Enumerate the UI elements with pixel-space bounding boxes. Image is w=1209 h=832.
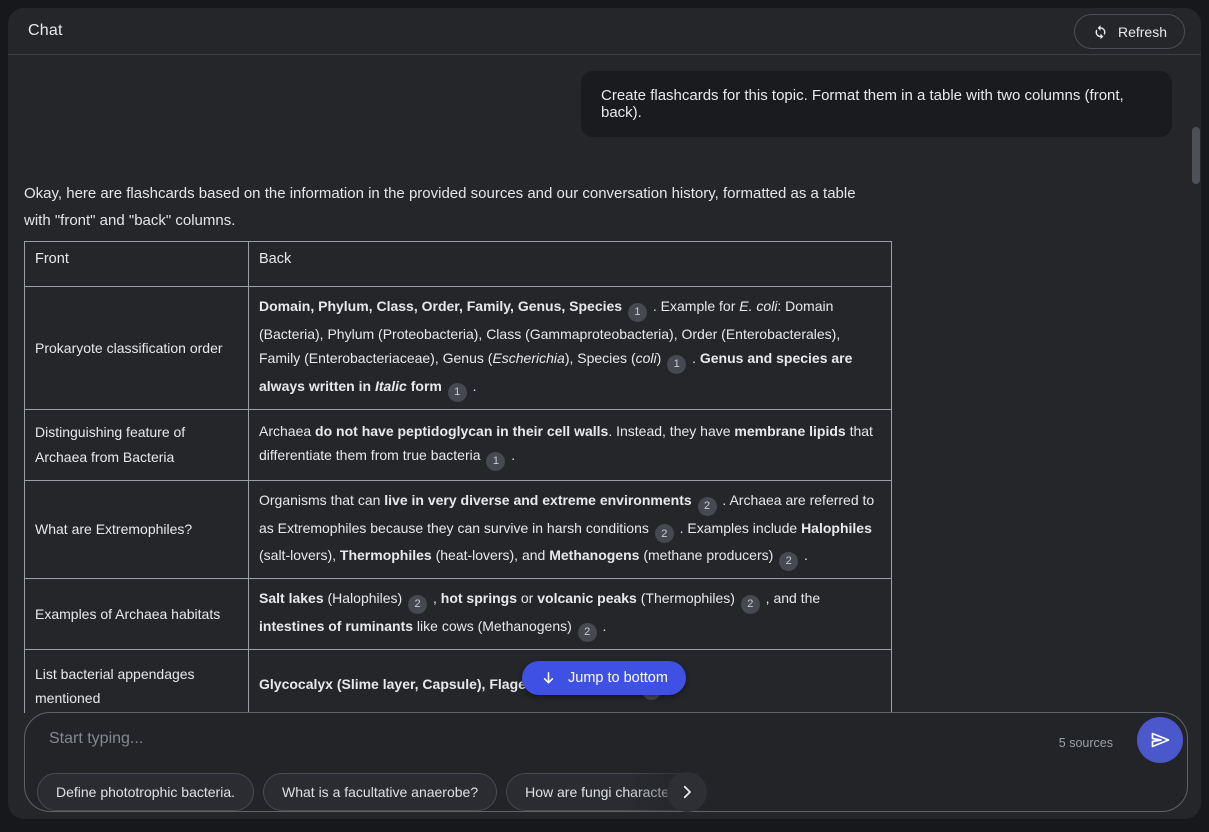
flashcard-back: Organisms that can live in very diverse …: [249, 480, 892, 578]
assistant-intro-text: Okay, here are flashcards based on the i…: [24, 180, 869, 234]
flashcard-text-segment: . Example for: [649, 298, 739, 314]
flashcard-front: Examples of Archaea habitats: [25, 579, 249, 650]
flashcard-text-segment: membrane lipids: [734, 423, 845, 439]
flashcard-text-segment: (methane producers): [639, 547, 777, 563]
flashcard-front: Prokaryote classification order: [25, 287, 249, 410]
suggestion-chip[interactable]: What is a facultative anaerobe?: [263, 773, 497, 811]
refresh-icon: [1092, 23, 1109, 40]
flashcard-back: Domain, Phylum, Class, Order, Family, Ge…: [249, 287, 892, 410]
flashcard-text-segment: , and the: [762, 590, 820, 606]
flashcard-front: What are Extremophiles?: [25, 480, 249, 578]
flashcard-text-segment: Organisms that can: [259, 492, 384, 508]
flashcard-text-segment: [622, 298, 626, 314]
chevron-right-icon: [678, 783, 696, 801]
flashcard-back: Archaea do not have peptidoglycan in the…: [249, 409, 892, 480]
flashcards-body: Prokaryote classification order Domain, P…: [25, 287, 892, 714]
citation-badge[interactable]: 1: [448, 383, 467, 402]
suggestion-chip[interactable]: Define phototrophic bacteria.: [37, 773, 254, 811]
chips-scroll-right-button[interactable]: [667, 772, 707, 812]
flashcard-text-segment: Halophiles: [801, 520, 872, 536]
flashcard-back: Salt lakes (Halophiles) 2 , hot springs …: [249, 579, 892, 650]
flashcard-text-segment: ), Species (: [565, 350, 636, 366]
flashcard-text-segment: Archaea: [259, 423, 315, 439]
citation-badge[interactable]: 1: [628, 303, 647, 322]
flashcard-text-segment: Thermophiles: [340, 547, 432, 563]
flashcard-text-segment: .: [688, 350, 700, 366]
send-icon: [1148, 728, 1172, 752]
flashcard-text-segment: hot springs: [441, 590, 517, 606]
flashcard-text-segment: intestines of ruminants: [259, 618, 413, 634]
refresh-label: Refresh: [1118, 24, 1167, 40]
flashcard-text-segment: .: [800, 547, 808, 563]
flashcard-text-segment: ): [657, 350, 666, 366]
citation-badge[interactable]: 2: [779, 552, 798, 571]
flashcard-front: Distinguishing feature of Archaea from B…: [25, 409, 249, 480]
citation-badge[interactable]: 2: [408, 595, 427, 614]
flashcard-text-segment: .: [469, 378, 477, 394]
refresh-button[interactable]: Refresh: [1074, 14, 1185, 49]
arrow-down-icon: [540, 670, 557, 687]
table-row: Examples of Archaea habitatsSalt lakes (…: [25, 579, 892, 650]
flashcard-text-segment: [692, 492, 696, 508]
composer: Start typing... 5 sources Define phototr…: [24, 712, 1188, 812]
page-title: Chat: [28, 22, 63, 40]
citation-badge[interactable]: 2: [698, 497, 717, 516]
flashcards-table: Front Back Prokaryote classification ord…: [24, 241, 892, 713]
table-header-row: Front Back: [25, 242, 892, 287]
flashcard-text-segment: (Thermophiles): [637, 590, 739, 606]
flashcard-text-segment: . Examples include: [676, 520, 801, 536]
sources-count-label: 5 sources: [1059, 736, 1113, 750]
flashcard-text-segment: (heat-lovers), and: [432, 547, 550, 563]
column-header-back: Back: [249, 242, 892, 287]
flashcard-text-segment: ,: [429, 590, 441, 606]
user-message-text: Create flashcards for this topic. Format…: [601, 87, 1152, 121]
chat-input[interactable]: Start typing...: [49, 730, 949, 748]
citation-badge[interactable]: 1: [667, 355, 686, 374]
citation-badge[interactable]: 1: [486, 452, 505, 471]
column-header-front: Front: [25, 242, 249, 287]
flashcards-table-wrap: Front Back Prokaryote classification ord…: [24, 241, 893, 713]
table-row: Distinguishing feature of Archaea from B…: [25, 409, 892, 480]
flashcard-text-segment: E. coli: [739, 298, 777, 314]
flashcard-text-segment: Italic: [375, 378, 407, 394]
citation-badge[interactable]: 2: [655, 524, 674, 543]
send-button[interactable]: [1137, 717, 1183, 763]
flashcard-text-segment: or: [517, 590, 537, 606]
jump-to-bottom-label: Jump to bottom: [568, 670, 668, 686]
flashcard-text-segment: Methanogens: [549, 547, 639, 563]
chat-header: Chat Refresh: [8, 8, 1201, 55]
table-row: List bacterial appendages mentionedGlyco…: [25, 650, 892, 714]
table-row: Prokaryote classification order Domain, P…: [25, 287, 892, 410]
flashcard-text-segment: . Instead, they have: [608, 423, 734, 439]
flashcard-text-segment: coli: [636, 350, 657, 366]
flashcard-text-segment: do not have peptidoglycan in their cell …: [315, 423, 608, 439]
table-row: What are Extremophiles?Organisms that ca…: [25, 480, 892, 578]
citation-badge[interactable]: 2: [578, 623, 597, 642]
flashcard-text-segment: (Halophiles): [324, 590, 406, 606]
scrollbar-thumb[interactable]: [1192, 127, 1200, 184]
jump-to-bottom-button[interactable]: Jump to bottom: [522, 661, 686, 695]
flashcard-text-segment: .: [507, 447, 515, 463]
flashcard-text-segment: Salt lakes: [259, 590, 324, 606]
flashcard-text-segment: form: [407, 378, 446, 394]
citation-badge[interactable]: 2: [741, 595, 760, 614]
flashcard-text-segment: .: [599, 618, 607, 634]
chat-panel: Chat Refresh Create flashcards for this …: [8, 8, 1201, 819]
flashcard-text-segment: Escherichia: [492, 350, 564, 366]
flashcard-text-segment: like cows (Methanogens): [413, 618, 576, 634]
flashcard-front: List bacterial appendages mentioned: [25, 650, 249, 714]
user-message-bubble: Create flashcards for this topic. Format…: [581, 71, 1172, 137]
flashcard-text-segment: (salt-lovers),: [259, 547, 340, 563]
flashcard-text-segment: volcanic peaks: [537, 590, 637, 606]
flashcard-text-segment: live in very diverse and extreme environ…: [384, 492, 691, 508]
flashcard-text-segment: Domain, Phylum, Class, Order, Family, Ge…: [259, 298, 622, 314]
chips-row: Define phototrophic bacteria.What is a f…: [37, 773, 726, 811]
